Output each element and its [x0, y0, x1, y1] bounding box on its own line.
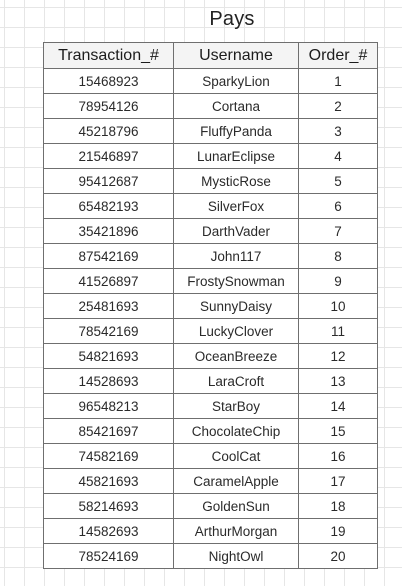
column-header-order: Order_#	[298, 42, 378, 69]
table-header: Transaction_# Username Order_#	[43, 42, 378, 69]
table-row[interactable]: 25481693 SunnyDaisy 10	[43, 293, 378, 319]
order-cell: 14	[298, 393, 378, 419]
table-body: 15468923 SparkyLion 1 78954126 Cortana 2 45218…	[43, 68, 378, 569]
username-cell: LunarEclipse	[173, 143, 299, 169]
table-row[interactable]: 78542169 LuckyClover 11	[43, 318, 378, 344]
username-cell: MysticRose	[173, 168, 299, 194]
table-row[interactable]: 78954126 Cortana 2	[43, 93, 378, 119]
table-row[interactable]: 21546897 LunarEclipse 4	[43, 143, 378, 169]
transaction-cell: 85421697	[43, 418, 174, 444]
pays-table[interactable]: Transaction_# Username Order_# 15468923 S…	[43, 42, 378, 569]
order-cell: 12	[298, 343, 378, 369]
order-cell: 10	[298, 293, 378, 319]
order-cell: 1	[298, 68, 378, 94]
order-cell: 7	[298, 218, 378, 244]
order-cell: 5	[298, 168, 378, 194]
transaction-cell: 25481693	[43, 293, 174, 319]
table-row[interactable]: 35421896 DarthVader 7	[43, 218, 378, 244]
username-cell: ChocolateChip	[173, 418, 299, 444]
transaction-cell: 78524169	[43, 543, 174, 569]
transaction-cell: 96548213	[43, 393, 174, 419]
transaction-cell: 95412687	[43, 168, 174, 194]
table-row[interactable]: 87542169 John117 8	[43, 243, 378, 269]
order-cell: 9	[298, 268, 378, 294]
transaction-cell: 14528693	[43, 368, 174, 394]
transaction-cell: 74582169	[43, 443, 174, 469]
table-row[interactable]: 78524169 NightOwl 20	[43, 543, 378, 569]
username-cell: OceanBreeze	[173, 343, 299, 369]
username-cell: LuckyClover	[173, 318, 299, 344]
username-cell: SparkyLion	[173, 68, 299, 94]
username-cell: SilverFox	[173, 193, 299, 219]
username-cell: CaramelApple	[173, 468, 299, 494]
table-row[interactable]: 14582693 ArthurMorgan 19	[43, 518, 378, 544]
transaction-cell: 14582693	[43, 518, 174, 544]
username-cell: SunnyDaisy	[173, 293, 299, 319]
order-cell: 17	[298, 468, 378, 494]
username-cell: John117	[173, 243, 299, 269]
transaction-cell: 15468923	[43, 68, 174, 94]
order-cell: 6	[298, 193, 378, 219]
username-cell: DarthVader	[173, 218, 299, 244]
table-row[interactable]: 45821693 CaramelApple 17	[43, 468, 378, 494]
order-cell: 13	[298, 368, 378, 394]
table-row[interactable]: 85421697 ChocolateChip 15	[43, 418, 378, 444]
diagram-title: Pays	[209, 8, 255, 30]
order-cell: 3	[298, 118, 378, 144]
order-cell: 8	[298, 243, 378, 269]
header-row: Transaction_# Username Order_#	[43, 42, 378, 69]
table-row[interactable]: 74582169 CoolCat 16	[43, 443, 378, 469]
column-header-username: Username	[173, 42, 299, 69]
username-cell: NightOwl	[173, 543, 299, 569]
order-cell: 18	[298, 493, 378, 519]
transaction-cell: 54821693	[43, 343, 174, 369]
table-row[interactable]: 58214693 GoldenSun 18	[43, 493, 378, 519]
username-cell: ArthurMorgan	[173, 518, 299, 544]
transaction-cell: 87542169	[43, 243, 174, 269]
username-cell: StarBoy	[173, 393, 299, 419]
username-cell: GoldenSun	[173, 493, 299, 519]
transaction-cell: 41526897	[43, 268, 174, 294]
table-row[interactable]: 95412687 MysticRose 5	[43, 168, 378, 194]
table-row[interactable]: 41526897 FrostySnowman 9	[43, 268, 378, 294]
order-cell: 2	[298, 93, 378, 119]
order-cell: 16	[298, 443, 378, 469]
transaction-cell: 45821693	[43, 468, 174, 494]
transaction-cell: 65482193	[43, 193, 174, 219]
table-row[interactable]: 65482193 SilverFox 6	[43, 193, 378, 219]
table-row[interactable]: 15468923 SparkyLion 1	[43, 68, 378, 94]
transaction-cell: 21546897	[43, 143, 174, 169]
transaction-cell: 35421896	[43, 218, 174, 244]
username-cell: FluffyPanda	[173, 118, 299, 144]
transaction-cell: 58214693	[43, 493, 174, 519]
username-cell: LaraCroft	[173, 368, 299, 394]
table-row[interactable]: 54821693 OceanBreeze 12	[43, 343, 378, 369]
transaction-cell: 78954126	[43, 93, 174, 119]
order-cell: 11	[298, 318, 378, 344]
order-cell: 4	[298, 143, 378, 169]
transaction-cell: 78542169	[43, 318, 174, 344]
table-row[interactable]: 96548213 StarBoy 14	[43, 393, 378, 419]
column-header-transaction: Transaction_#	[43, 42, 174, 69]
table-row[interactable]: 45218796 FluffyPanda 3	[43, 118, 378, 144]
order-cell: 20	[298, 543, 378, 569]
table-row[interactable]: 14528693 LaraCroft 13	[43, 368, 378, 394]
username-cell: CoolCat	[173, 443, 299, 469]
transaction-cell: 45218796	[43, 118, 174, 144]
order-cell: 15	[298, 418, 378, 444]
username-cell: Cortana	[173, 93, 299, 119]
username-cell: FrostySnowman	[173, 268, 299, 294]
order-cell: 19	[298, 518, 378, 544]
